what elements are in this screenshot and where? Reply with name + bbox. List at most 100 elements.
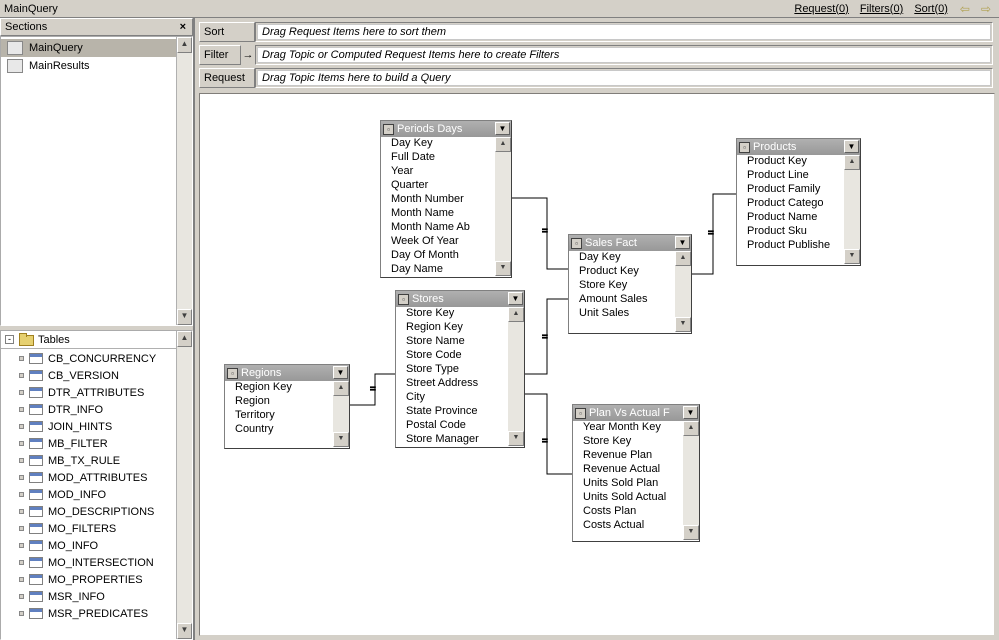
scroll-down-icon[interactable]: ▼ bbox=[675, 317, 691, 332]
tables-header[interactable]: - Tables bbox=[1, 331, 192, 349]
scroll-down-icon[interactable]: ▼ bbox=[177, 623, 192, 639]
entity-field[interactable]: Product Line bbox=[737, 169, 860, 183]
entity-field[interactable]: Store Type bbox=[396, 363, 524, 377]
scroll-up-icon[interactable]: ▲ bbox=[177, 37, 192, 53]
table-item[interactable]: MO_DESCRIPTIONS bbox=[1, 503, 192, 520]
scroll-up-icon[interactable]: ▲ bbox=[844, 155, 860, 170]
entity-header[interactable]: ▫Periods Days▼ bbox=[381, 121, 511, 137]
table-item[interactable]: MO_INFO bbox=[1, 537, 192, 554]
entity-field[interactable]: Product Family bbox=[737, 183, 860, 197]
entity-sys-icon[interactable]: ▫ bbox=[571, 238, 582, 249]
entity-field[interactable]: Costs Plan bbox=[573, 505, 699, 519]
entity-field[interactable]: Street Address bbox=[396, 377, 524, 391]
entity-field[interactable]: Product Sku bbox=[737, 225, 860, 239]
table-item[interactable]: JOIN_HINTS bbox=[1, 418, 192, 435]
tables-scrollbar[interactable]: ▲ ▼ bbox=[176, 331, 192, 639]
entity-field[interactable]: Store Code bbox=[396, 349, 524, 363]
entity-header[interactable]: ▫Products▼ bbox=[737, 139, 860, 155]
entity-field[interactable]: Revenue Plan bbox=[573, 449, 699, 463]
entity-sys-icon[interactable]: ▫ bbox=[575, 408, 586, 419]
scroll-track[interactable] bbox=[333, 396, 349, 432]
scroll-track[interactable] bbox=[844, 170, 860, 249]
entity-header[interactable]: ▫Plan Vs Actual F▼ bbox=[573, 405, 699, 421]
entity-scrollbar[interactable]: ▲▼ bbox=[675, 251, 691, 332]
entity-dropdown-icon[interactable]: ▼ bbox=[508, 292, 523, 305]
entity-regions[interactable]: ▫Regions▼Region KeyRegionTerritoryCountr… bbox=[224, 364, 350, 449]
table-item[interactable]: MO_PROPERTIES bbox=[1, 571, 192, 588]
entity-dropdown-icon[interactable]: ▼ bbox=[333, 366, 348, 379]
entity-sys-icon[interactable]: ▫ bbox=[739, 142, 750, 153]
entity-field[interactable]: Store Key bbox=[396, 307, 524, 321]
scroll-up-icon[interactable]: ▲ bbox=[177, 331, 192, 347]
entity-scrollbar[interactable]: ▲▼ bbox=[683, 421, 699, 540]
entity-sys-icon[interactable]: ▫ bbox=[383, 124, 394, 135]
scroll-up-icon[interactable]: ▲ bbox=[508, 307, 524, 322]
scroll-down-icon[interactable]: ▼ bbox=[508, 431, 524, 446]
entity-field[interactable]: Units Sold Actual bbox=[573, 491, 699, 505]
table-item[interactable]: DTR_ATTRIBUTES bbox=[1, 384, 192, 401]
scroll-down-icon[interactable]: ▼ bbox=[683, 525, 699, 540]
entity-scrollbar[interactable]: ▲▼ bbox=[495, 137, 511, 276]
scroll-up-icon[interactable]: ▲ bbox=[675, 251, 691, 266]
entity-field[interactable]: Product Key bbox=[737, 155, 860, 169]
scroll-up-icon[interactable]: ▲ bbox=[495, 137, 511, 152]
scroll-down-icon[interactable]: ▼ bbox=[177, 309, 192, 325]
entity-scrollbar[interactable]: ▲▼ bbox=[844, 155, 860, 264]
entity-field[interactable]: Postal Code bbox=[396, 419, 524, 433]
entity-periods[interactable]: ▫Periods Days▼Day KeyFull DateYearQuarte… bbox=[380, 120, 512, 278]
tree-collapse-icon[interactable]: - bbox=[5, 335, 14, 344]
entity-field[interactable]: Product Key bbox=[569, 265, 691, 279]
scroll-track[interactable] bbox=[177, 347, 192, 623]
entity-stores[interactable]: ▫Stores▼Store KeyRegion KeyStore NameSto… bbox=[395, 290, 525, 448]
entity-products[interactable]: ▫Products▼Product KeyProduct LineProduct… bbox=[736, 138, 861, 266]
scroll-track[interactable] bbox=[675, 266, 691, 317]
section-item[interactable]: MainQuery bbox=[1, 39, 192, 57]
table-item[interactable]: MB_TX_RULE bbox=[1, 452, 192, 469]
table-item[interactable]: CB_VERSION bbox=[1, 367, 192, 384]
scroll-track[interactable] bbox=[495, 152, 511, 261]
request-link[interactable]: Request(0) bbox=[794, 3, 848, 15]
entity-dropdown-icon[interactable]: ▼ bbox=[495, 122, 510, 135]
entity-salesfact[interactable]: ▫Sales Fact▼Day KeyProduct KeyStore KeyA… bbox=[568, 234, 692, 334]
entity-plan[interactable]: ▫Plan Vs Actual F▼Year Month KeyStore Ke… bbox=[572, 404, 700, 542]
table-item[interactable]: CB_CONCURRENCY bbox=[1, 350, 192, 367]
entity-field[interactable]: Full Date bbox=[381, 151, 511, 165]
close-icon[interactable]: × bbox=[178, 21, 188, 33]
request-drop-zone[interactable]: Drag Topic Items here to build a Query bbox=[255, 68, 993, 88]
entity-scrollbar[interactable]: ▲▼ bbox=[508, 307, 524, 446]
entity-field[interactable]: Revenue Actual bbox=[573, 463, 699, 477]
entity-field[interactable]: Year bbox=[381, 165, 511, 179]
entity-field[interactable]: Region Key bbox=[225, 381, 349, 395]
query-canvas[interactable]: = = = = = ▫Periods Days▼Day KeyFull Date… bbox=[199, 93, 995, 636]
entity-field[interactable]: Region bbox=[225, 395, 349, 409]
entity-field[interactable]: Month Number bbox=[381, 193, 511, 207]
entity-field[interactable]: Unit Sales bbox=[569, 307, 691, 321]
nav-forward-icon[interactable]: ⇨ bbox=[977, 2, 995, 16]
entity-field[interactable]: Day Key bbox=[569, 251, 691, 265]
entity-field[interactable]: Day Name bbox=[381, 263, 511, 277]
filter-arrow-icon[interactable]: → bbox=[241, 49, 255, 61]
entity-field[interactable]: Product Catego bbox=[737, 197, 860, 211]
entity-field[interactable]: Month Name bbox=[381, 207, 511, 221]
table-item[interactable]: MSR_PREDICATES bbox=[1, 605, 192, 622]
entity-field[interactable]: Territory bbox=[225, 409, 349, 423]
nav-back-icon[interactable]: ⇦ bbox=[956, 2, 974, 16]
sort-link[interactable]: Sort(0) bbox=[914, 3, 948, 15]
entity-field[interactable]: Product Publishe bbox=[737, 239, 860, 253]
entity-field[interactable]: Store Key bbox=[569, 279, 691, 293]
scroll-track[interactable] bbox=[683, 436, 699, 525]
table-item[interactable]: MO_FILTERS bbox=[1, 520, 192, 537]
scroll-up-icon[interactable]: ▲ bbox=[683, 421, 699, 436]
scroll-down-icon[interactable]: ▼ bbox=[844, 249, 860, 264]
entity-field[interactable]: Year Month Key bbox=[573, 421, 699, 435]
entity-field[interactable]: Region Key bbox=[396, 321, 524, 335]
entity-sys-icon[interactable]: ▫ bbox=[398, 294, 409, 305]
entity-dropdown-icon[interactable]: ▼ bbox=[675, 236, 690, 249]
entity-header[interactable]: ▫Regions▼ bbox=[225, 365, 349, 381]
scroll-track[interactable] bbox=[508, 322, 524, 431]
entity-field[interactable]: State Province bbox=[396, 405, 524, 419]
entity-field[interactable]: Country bbox=[225, 423, 349, 437]
entity-dropdown-icon[interactable]: ▼ bbox=[683, 406, 698, 419]
entity-header[interactable]: ▫Stores▼ bbox=[396, 291, 524, 307]
entity-field[interactable]: Amount Sales bbox=[569, 293, 691, 307]
